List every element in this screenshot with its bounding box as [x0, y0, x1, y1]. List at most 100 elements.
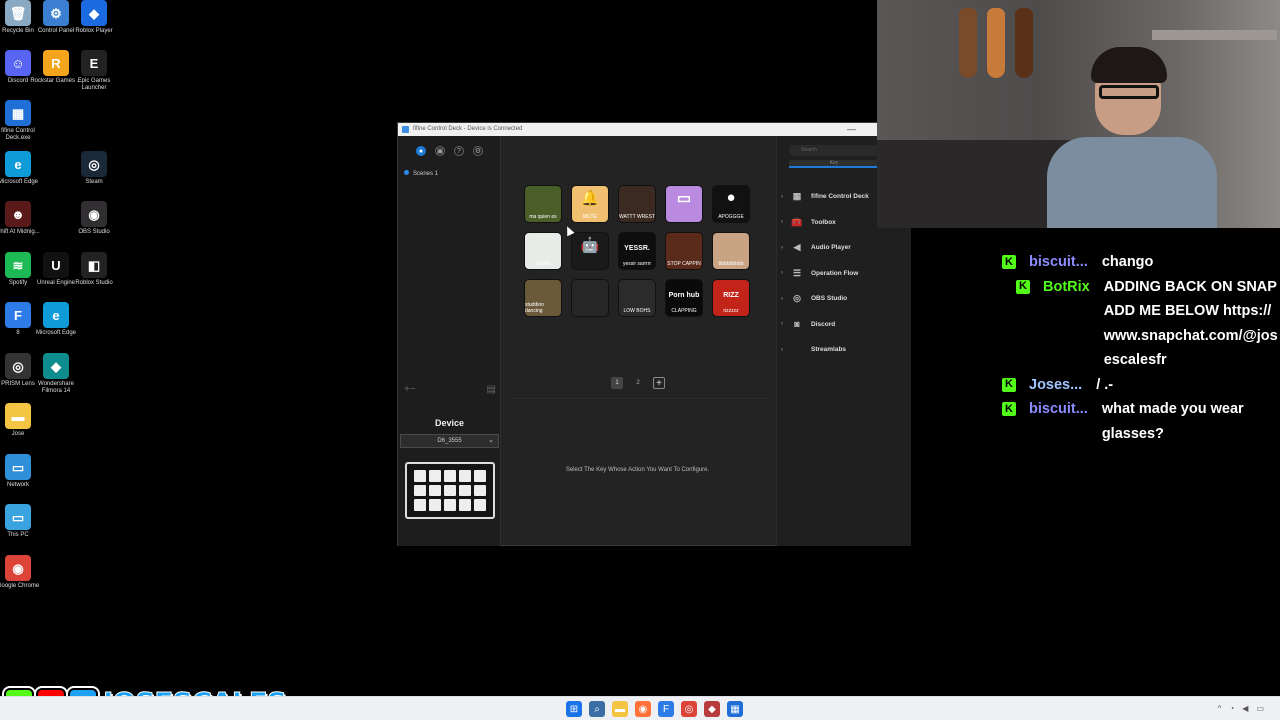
device-select[interactable]: D6_3555 ⌄	[400, 434, 499, 448]
chat-username[interactable]: BotRix	[1043, 275, 1090, 300]
deck-key[interactable]: 🔔 MUTE	[572, 186, 608, 222]
desktop-icon[interactable]: E Epic Games Launcher	[68, 50, 120, 92]
chat-overlay: Kbiscuit... chango K BotRix ADDING BACK ON S…	[1000, 250, 1280, 446]
screen: 🗑 Recycle Bin ⚙ Control Panel ◆ Roblox Player…	[0, 0, 1280, 720]
plugin-item[interactable]: › ▦ fifine Control Deck	[781, 184, 869, 210]
plugin-label: Toolbox	[811, 218, 836, 226]
desktop-icon[interactable]: ▦ fifine Control Deck.exe	[0, 100, 44, 142]
deck-key[interactable]: Porn hub CLAPPING	[666, 280, 702, 316]
chevron-right-icon: ›	[781, 270, 783, 277]
game-icon: ☻	[5, 201, 31, 227]
profile-icon[interactable]: ●	[416, 146, 426, 156]
add-page-button[interactable]: +	[653, 377, 665, 389]
monitor-icon: ▭	[676, 190, 692, 207]
layers-icon[interactable]: ▣	[435, 146, 445, 156]
desktop-icon[interactable]: ◧ Roblox Studio	[68, 252, 120, 287]
scene-item[interactable]: Scenes 1	[404, 170, 438, 177]
plugin-item[interactable]: › ◎ OBS Studio	[781, 286, 869, 312]
desktop-icon[interactable]: ▭ Network	[0, 454, 44, 489]
taskbar: ⊞ ⌕ ▬ ◉ F ◎ ◆ ▦ ^ ◔ ◀ ▭	[0, 696, 1280, 720]
deck-key-label: CLAPPING	[671, 308, 697, 314]
scene-options-icon[interactable]: ▤	[487, 384, 496, 395]
desktop-icon[interactable]: ◆ Roblox Player	[68, 0, 120, 35]
chevron-up-icon[interactable]: ^	[1218, 704, 1222, 713]
page-1-button[interactable]: 1	[611, 377, 623, 389]
battery-icon[interactable]: ▭	[1256, 704, 1264, 713]
deck-key[interactable]: 🤖	[572, 233, 608, 269]
plugin-item[interactable]: › ◀ Audio Player	[781, 235, 869, 261]
page-2-button[interactable]: 2	[632, 377, 644, 389]
window-title: fifine Control Deck - Device is Connecte…	[413, 126, 523, 132]
scenes-toolbar: ● ▣ ? ⚙	[416, 146, 483, 156]
rockstar-icon: R	[43, 50, 69, 76]
search-icon[interactable]: ⌕	[589, 701, 605, 717]
prism-icon: ◎	[5, 353, 31, 379]
file-explorer-icon[interactable]: ▬	[612, 701, 628, 717]
chat-username[interactable]: biscuit...	[1029, 250, 1088, 275]
deck-key[interactable]: STOP CAPPIN	[666, 233, 702, 269]
deck-key-label: APOGGGE	[718, 214, 744, 220]
plugin-item[interactable]: › ☰ Operation Flow	[781, 261, 869, 287]
app-icon: F	[5, 302, 31, 328]
settings-icon[interactable]: ⚙	[473, 146, 483, 156]
desktop-icon[interactable]: ◉ Google Chrome	[0, 555, 44, 590]
plugin-item[interactable]: › ◙ Discord	[781, 312, 869, 338]
fifine-deck-icon[interactable]: ▦	[727, 701, 743, 717]
desktop-icon[interactable]: e Microsoft Edge	[0, 151, 44, 186]
deck-key-label: rizzzzz	[723, 308, 739, 314]
firefox-icon[interactable]: ◉	[635, 701, 651, 717]
start-icon[interactable]: ⊞	[566, 701, 582, 717]
deck-key[interactable]: ▭	[666, 186, 702, 222]
device-select-value: D6_3555	[437, 438, 462, 444]
chrome-icon: ◉	[5, 555, 31, 581]
desktop-icon-label: This PC	[7, 532, 29, 538]
record-icon: ●	[726, 189, 736, 206]
desktop-icon-label: Microsoft Edge	[0, 179, 39, 185]
desktop-icon[interactable]: ◉ OBS Studio	[68, 201, 120, 236]
volume-icon[interactable]: ◀	[1242, 704, 1248, 713]
title-bar[interactable]: fifine Control Deck - Device is Connecte…	[398, 123, 912, 136]
desktop-icon[interactable]: ▭ This PC	[0, 504, 44, 539]
roblox-icon: ◆	[81, 0, 107, 26]
android-icon: 🤖	[580, 237, 600, 254]
deck-key-label: MUTE	[582, 214, 598, 220]
game-icon[interactable]: ◆	[704, 701, 720, 717]
roblox-studio-icon: ◧	[81, 252, 107, 278]
this-pc-icon: ▭	[5, 504, 31, 530]
deck-key[interactable]: fortnite	[525, 233, 561, 269]
system-tray: ^ ◔ ◀ ▭	[1218, 704, 1264, 713]
search-input[interactable]: Search	[789, 145, 879, 156]
discord-icon: ◙	[794, 319, 800, 330]
deck-key[interactable]: ma quien es	[525, 186, 561, 222]
deck-key[interactable]: YESSR. yessir sarrrrr	[619, 233, 655, 269]
chat-username[interactable]: Joses...	[1029, 373, 1082, 398]
deck-key[interactable]: ● APOGGGE	[713, 186, 749, 222]
chat-text: ADDING BACK ON SNAP ADD ME BELOW https:/…	[1103, 278, 1278, 369]
plugin-item[interactable]: › 🧰 Toolbox	[781, 210, 869, 236]
chat-username[interactable]: biscuit...	[1029, 397, 1088, 422]
desktop-icon-label: Roblox Player	[75, 28, 113, 34]
deck-key[interactable]: bbbbbbbbb	[713, 233, 749, 269]
deck-key[interactable]: LOW BOHS	[619, 280, 655, 316]
chrome-icon[interactable]: ◎	[681, 701, 697, 717]
deck-key[interactable]: studdioo dancing	[525, 280, 561, 316]
plugin-item[interactable]: › Streamlabs	[781, 337, 869, 363]
desktop-icon[interactable]: e Microsoft Edge	[30, 302, 82, 337]
chevron-right-icon: ›	[781, 244, 783, 251]
filmora-icon: ◆	[43, 353, 69, 379]
deck-key[interactable]: WATTT WREST	[619, 186, 655, 222]
desktop-icon[interactable]: ◎ Steam	[68, 151, 120, 186]
deck-key[interactable]	[572, 280, 608, 316]
minimize-button[interactable]: —	[847, 123, 856, 136]
help-icon[interactable]: ?	[454, 146, 464, 156]
tab-key[interactable]: Key	[789, 160, 879, 168]
desktop-icon-label: Microsoft Edge	[35, 330, 77, 336]
deck-key[interactable]: RIZZ rizzzzz	[713, 280, 749, 316]
plugin-list: › ▦ fifine Control Deck › 🧰 Toolbox › ◀ Audio Pl…	[781, 184, 869, 363]
desktop-icon[interactable]: ◆ Wondershare Filmora 14	[30, 353, 82, 395]
fifine-icon[interactable]: F	[658, 701, 674, 717]
chat-text: chango	[1101, 254, 1154, 270]
desktop-icon[interactable]: ▬ Jose	[0, 403, 44, 438]
network-icon[interactable]: ◔	[1229, 704, 1234, 713]
desktop-icon[interactable]: ☻ Shift At Midnig...	[0, 201, 44, 236]
